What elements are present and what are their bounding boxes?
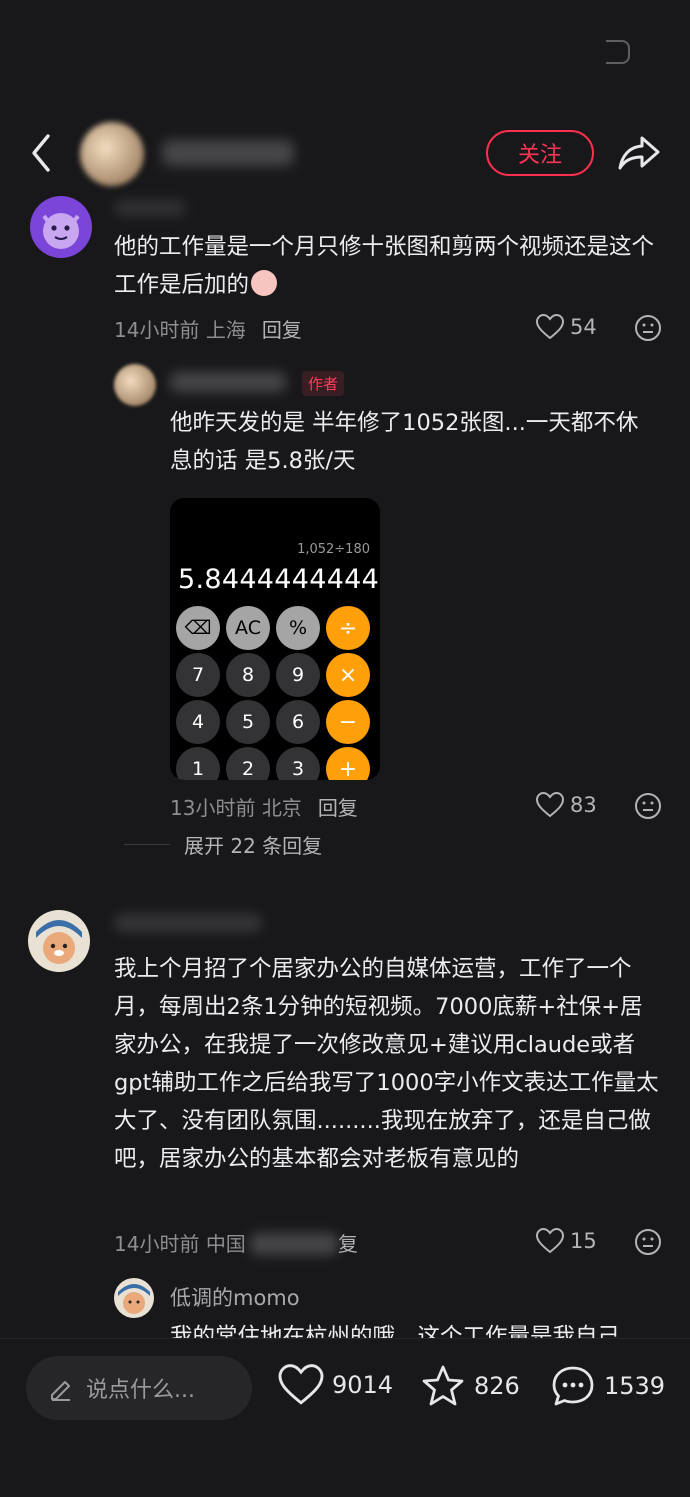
like-button[interactable]: 15 (536, 1228, 597, 1254)
calculator-result: 5.8444444444 (178, 564, 380, 595)
calculator-expression: 1,052÷180 (297, 542, 370, 557)
heart-icon (536, 314, 564, 340)
calculator-key: AC (226, 606, 270, 650)
chat-bubble-icon (552, 1366, 594, 1406)
comment-input-placeholder: 说点什么... (86, 1378, 195, 1403)
commenter-avatar[interactable] (30, 196, 92, 258)
follow-button[interactable]: 关注 (486, 130, 594, 176)
calculator-key: ⌫ (176, 606, 220, 650)
expand-replies-button[interactable]: 展开 22 条回复 (184, 830, 322, 859)
calculator-key: ÷ (326, 606, 370, 650)
like-button[interactable]: 83 (536, 792, 597, 818)
heart-icon (536, 792, 564, 818)
reply-author-name[interactable]: 低调的momo (170, 1282, 300, 1312)
author-badge: 作者 (302, 371, 345, 396)
calculator-key: × (326, 653, 370, 697)
commenter-avatar[interactable] (28, 910, 90, 972)
post-like-count: 9014 (332, 1371, 394, 1399)
like-count: 15 (570, 1229, 597, 1253)
pencil-icon (51, 1381, 70, 1401)
post-comment-button[interactable]: 1539 (550, 1364, 665, 1408)
reply-button[interactable]: 回复 (262, 318, 302, 342)
calculator-key: 4 (176, 700, 220, 744)
reply-author-name-blurred (170, 372, 286, 392)
crying-emoji-icon (251, 270, 278, 296)
commenter-name-blurred (114, 914, 262, 932)
divider (124, 844, 170, 845)
reply-text: 他昨天发的是 半年修了1052张图...一天都不休息的话 是5.8张/天 (170, 410, 639, 474)
comment-meta: 14小时前 上海 回复 (114, 318, 302, 342)
calculator-key: 9 (276, 653, 320, 697)
emoji-icon[interactable] (634, 1228, 662, 1260)
calculator-image[interactable]: 1,052÷180 5.8444444444 ⌫ AC% ÷ 7 8 9 × 4 5 6− 1 2 3 + (170, 498, 380, 780)
calculator-key: 2 (226, 747, 270, 780)
author-avatar[interactable] (80, 122, 144, 186)
calculator-key: 8 (226, 653, 270, 697)
reply-button[interactable]: 回复 (318, 796, 358, 820)
emoji-icon[interactable] (634, 314, 662, 346)
reply-meta: 13小时前 北京 回复 (170, 796, 358, 820)
calculator-key: − (326, 700, 370, 744)
commenter-name-blurred (114, 200, 186, 216)
comment-text: 他的工作量是一个月只修十张图和剪两个视频还是这个工作是后加的 (114, 234, 655, 298)
calculator-key: + (326, 747, 370, 780)
calculator-key: 7 (176, 653, 220, 697)
like-count: 83 (570, 793, 597, 817)
heart-icon (536, 1228, 564, 1254)
comment-meta: 14小时前 中国复 (114, 1232, 358, 1256)
reply-author-avatar[interactable] (114, 364, 156, 406)
comment-input[interactable]: 说点什么... (26, 1356, 252, 1420)
calculator-key: 5 (226, 700, 270, 744)
calculator-key: 6 (276, 700, 320, 744)
comment-text: 我上个月招了个居家办公的自媒体运营，工作了一个月，每周出2条1分钟的短视频。70… (114, 956, 659, 1172)
battery-icon (606, 40, 630, 64)
blurred-location (249, 1233, 338, 1255)
heart-icon (278, 1364, 324, 1405)
reply-avatar[interactable] (114, 1278, 154, 1318)
emoji-icon[interactable] (634, 792, 662, 824)
calculator-key: 3 (276, 747, 320, 780)
post-like-button[interactable]: 9014 (278, 1364, 393, 1406)
reply-text-partial: 我的常住地在杭州的哦，这个工作量是我自己 (170, 1324, 621, 1340)
post-favorite-button[interactable]: 826 (420, 1364, 520, 1408)
calculator-key: 1 (176, 747, 220, 780)
share-icon[interactable] (616, 132, 662, 174)
like-button[interactable]: 54 (536, 314, 597, 340)
like-count: 54 (570, 315, 597, 339)
star-icon (422, 1365, 464, 1406)
post-comment-count: 1539 (604, 1372, 666, 1400)
author-name-blurred (162, 140, 294, 166)
reply-button[interactable]: 复 (338, 1232, 358, 1256)
post-favorite-count: 826 (474, 1372, 520, 1400)
calculator-key: % (276, 606, 320, 650)
back-arrow-icon[interactable] (24, 130, 64, 176)
